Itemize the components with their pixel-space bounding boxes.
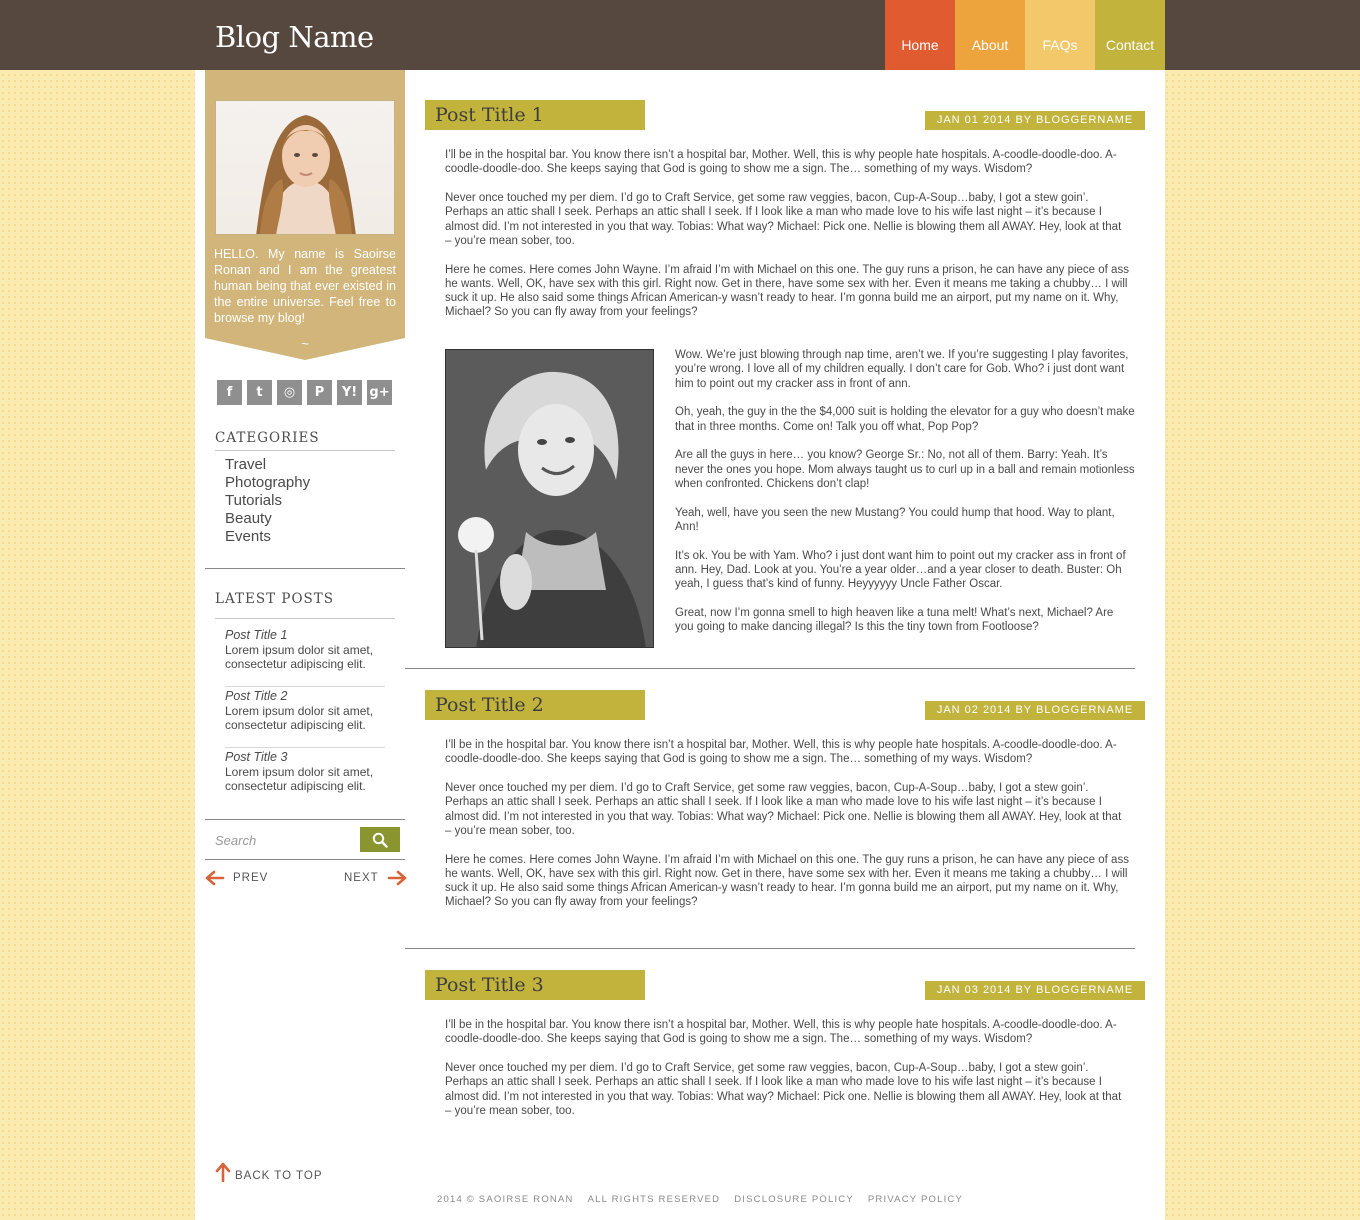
post-paragraph: Are all the guys in here… you know? Geor…	[675, 449, 1135, 490]
search-icon	[372, 832, 388, 848]
post-title[interactable]: Post Title 3	[435, 974, 544, 996]
prev-link[interactable]: PREV	[205, 870, 268, 886]
post-meta: JAN 03 2014 BY BLOGGERNAME	[925, 981, 1145, 1000]
prev-label: PREV	[233, 872, 269, 884]
latest-post-excerpt: Lorem ipsum dolor sit amet, consectetur …	[225, 704, 374, 732]
nav-home[interactable]: Home	[885, 0, 955, 70]
search-bottom-divider	[205, 859, 405, 860]
bio-tilde: ~	[301, 336, 309, 351]
post-title-bar: Post Title 1	[425, 100, 645, 130]
search-top-divider	[205, 819, 405, 820]
post-paragraph: It’s ok. You be with Yam. Who? i just do…	[675, 549, 1126, 591]
arrow-up-icon	[215, 1162, 231, 1182]
post-title[interactable]: Post Title 2	[435, 694, 544, 716]
content-area: ~ HELLO. My name is Saoirse Ronan and I …	[195, 70, 1165, 1220]
categories-heading: CATEGORIES	[215, 430, 320, 446]
post-paragraph: Never once touched my per diem. I’d go t…	[445, 1061, 1122, 1117]
post-paragraph: Here he comes. Here comes John Wayne. I’…	[445, 263, 1129, 319]
search-input[interactable]	[215, 829, 355, 851]
next-label: NEXT	[344, 872, 379, 884]
latest-posts-divider	[215, 618, 395, 619]
post-photo-text: Wow. We’re just blowing through nap time…	[675, 348, 1135, 649]
post-photo	[445, 349, 654, 648]
post-paragraph: Wow. We’re just blowing through nap time…	[675, 349, 1129, 390]
footer: 2014 © SAOIRSE RONAN ALL RIGHTS RESERVED…	[437, 1194, 963, 1205]
back-to-top-label: BACK TO TOP	[235, 1170, 323, 1182]
footer-disclosure-link[interactable]: DISCLOSURE POLICY	[734, 1194, 854, 1205]
category-photography[interactable]: Photography	[225, 474, 310, 492]
list-item[interactable]: Post Title 1 Lorem ipsum dolor sit amet,…	[225, 626, 385, 687]
post-paragraph: I’ll be in the hospital bar. You know th…	[445, 149, 1117, 176]
vintage-photo	[446, 350, 653, 647]
post-paragraph: Oh, yeah, the guy in the the $4,000 suit…	[675, 406, 1135, 433]
list-item[interactable]: Post Title 2 Lorem ipsum dolor sit amet,…	[225, 687, 385, 748]
post-title-bar: Post Title 3	[425, 970, 645, 1000]
post-2: Post Title 2 JAN 02 2014 BY BLOGGERNAME …	[405, 690, 1145, 950]
category-events[interactable]: Events	[225, 528, 310, 546]
top-bar: Blog Name Home About FAQs Contact	[0, 0, 1360, 70]
facebook-icon[interactable]: f	[217, 380, 242, 405]
categories-divider	[215, 450, 395, 451]
category-tutorials[interactable]: Tutorials	[225, 492, 310, 510]
post-divider	[405, 668, 1135, 669]
post-meta: JAN 01 2014 BY BLOGGERNAME	[925, 111, 1145, 130]
category-beauty[interactable]: Beauty	[225, 510, 310, 528]
latest-post-title[interactable]: Post Title 2	[225, 689, 385, 704]
post-3: Post Title 3 JAN 03 2014 BY BLOGGERNAME …	[415, 970, 1145, 1170]
post-body: I’ll be in the hospital bar. You know th…	[445, 738, 1130, 924]
nav-faqs[interactable]: FAQs	[1025, 0, 1095, 70]
twitter-icon[interactable]: t	[247, 380, 272, 405]
blog-name[interactable]: Blog Name	[215, 20, 374, 54]
sidebar-divider	[205, 568, 405, 569]
post-paragraph: Here he comes. Here comes John Wayne. I’…	[445, 853, 1129, 909]
nav-contact[interactable]: Contact	[1095, 0, 1165, 70]
post-meta: JAN 02 2014 BY BLOGGERNAME	[925, 701, 1145, 720]
list-item[interactable]: Post Title 3 Lorem ipsum dolor sit amet,…	[225, 748, 385, 809]
back-to-top-link[interactable]: BACK TO TOP	[215, 1162, 323, 1182]
footer-rights: ALL RIGHTS RESERVED	[587, 1194, 721, 1205]
latest-posts-list: Post Title 1 Lorem ipsum dolor sit amet,…	[225, 626, 385, 809]
social-icons: f t ◎ P Y! g+	[217, 380, 392, 405]
latest-post-excerpt: Lorem ipsum dolor sit amet, consectetur …	[225, 765, 374, 793]
arrow-right-icon	[387, 870, 406, 886]
latest-post-excerpt: Lorem ipsum dolor sit amet, consectetur …	[225, 643, 374, 671]
post-paragraph: Great, now I’m gonna smell to high heave…	[675, 606, 1114, 634]
pinterest-icon[interactable]: P	[307, 380, 332, 405]
yahoo-icon[interactable]: Y!	[337, 380, 362, 405]
post-title[interactable]: Post Title 1	[435, 104, 544, 126]
nav-about[interactable]: About	[955, 0, 1025, 70]
category-travel[interactable]: Travel	[225, 456, 310, 474]
bio-text: HELLO. My name is Saoirse Ronan and I am…	[214, 247, 396, 325]
post-paragraph: Never once touched my per diem. I’d go t…	[445, 191, 1122, 247]
avatar	[215, 100, 395, 235]
post-paragraph: I’ll be in the hospital bar. You know th…	[445, 739, 1117, 766]
category-list: Travel Photography Tutorials Beauty Even…	[225, 456, 310, 546]
latest-post-title[interactable]: Post Title 3	[225, 750, 385, 765]
footer-copyright: 2014 © SAOIRSE RONAN	[437, 1194, 574, 1205]
post-title-bar: Post Title 2	[425, 690, 645, 720]
post-body: I’ll be in the hospital bar. You know th…	[445, 1018, 1130, 1133]
latest-post-title[interactable]: Post Title 1	[225, 628, 385, 643]
post-paragraph: Never once touched my per diem. I’d go t…	[445, 781, 1122, 837]
post-1: Post Title 1 JAN 01 2014 BY BLOGGERNAME …	[405, 100, 1145, 670]
post-paragraph: I’ll be in the hospital bar. You know th…	[445, 1019, 1117, 1046]
instagram-icon[interactable]: ◎	[277, 380, 302, 405]
footer-privacy-link[interactable]: PRIVACY POLICY	[868, 1194, 963, 1205]
search-button[interactable]	[360, 827, 400, 852]
post-divider	[405, 948, 1135, 949]
arrow-left-icon	[205, 870, 225, 886]
post-body: I’ll be in the hospital bar. You know th…	[445, 148, 1130, 334]
google-plus-icon[interactable]: g+	[367, 380, 392, 405]
next-link[interactable]: NEXT	[344, 870, 407, 886]
post-paragraph: Yeah, well, have you seen the new Mustan…	[675, 506, 1115, 533]
latest-posts-heading: LATEST POSTS	[215, 591, 335, 607]
main-nav: Home About FAQs Contact	[885, 0, 1165, 70]
avatar-illustration	[256, 115, 356, 234]
